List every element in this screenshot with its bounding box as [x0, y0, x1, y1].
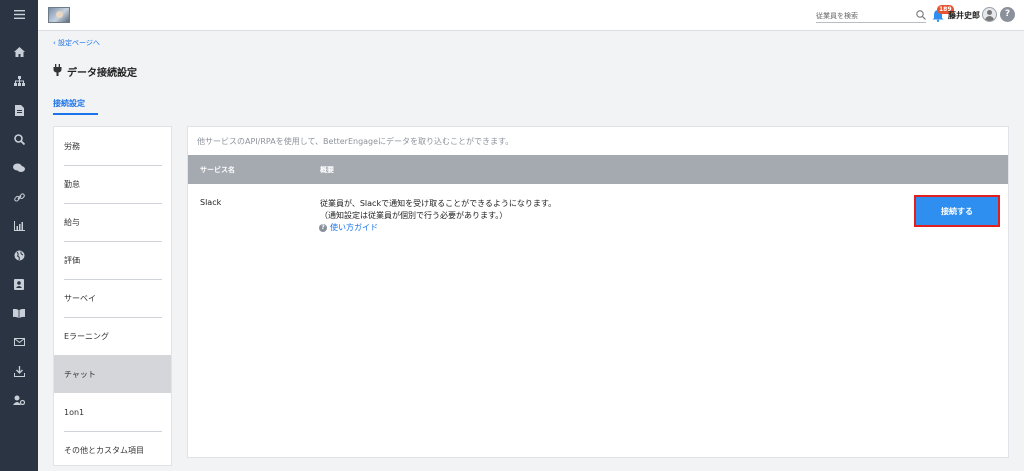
page-title: データ接続設定 — [53, 64, 137, 79]
home-icon[interactable] — [0, 42, 38, 62]
left-nav-rail — [0, 0, 38, 471]
top-bar: 189 藤井史郎 ? — [38, 0, 1024, 31]
category-item-evaluation[interactable]: 評価 — [54, 241, 171, 279]
category-item-1on1[interactable]: 1on1 — [54, 393, 171, 431]
usage-guide-label: 使い方ガイド — [330, 223, 378, 232]
chat-icon[interactable] — [0, 158, 38, 178]
service-summary: 従業員が、Slackで通知を受け取ることができるようになります。 （通知設定は従… — [319, 198, 557, 234]
service-name: Slack — [200, 198, 222, 207]
back-link-label: 設定ページへ — [58, 39, 100, 47]
download-icon[interactable] — [0, 361, 38, 381]
menu-icon[interactable] — [0, 4, 38, 24]
connect-button[interactable]: 接続する — [914, 195, 1000, 227]
org-chart-icon[interactable] — [0, 71, 38, 91]
category-item-elearning[interactable]: Eラーニング — [54, 317, 171, 355]
column-header-service: サービス名 — [200, 166, 235, 174]
category-item-other-custom[interactable]: その他とカスタム項目 — [54, 431, 171, 469]
category-menu: 労務 勤怠 給与 評価 サーベイ Eラーニング チャット 1on1 その他とカス… — [53, 126, 172, 466]
company-logo[interactable] — [48, 7, 70, 23]
globe-icon[interactable] — [0, 245, 38, 265]
back-to-settings-link[interactable]: ‹ 設定ページへ — [53, 38, 100, 48]
column-header-summary: 概要 — [320, 166, 334, 174]
category-item-chat[interactable]: チャット — [54, 355, 171, 393]
user-settings-icon[interactable] — [0, 390, 38, 410]
search-icon[interactable] — [916, 10, 926, 23]
summary-note: （通知設定は従業員が個別で行う必要があります。） — [320, 211, 508, 220]
plug-icon — [53, 64, 62, 79]
usage-guide-link[interactable]: ? 使い方ガイド — [319, 222, 556, 234]
document-icon[interactable] — [0, 100, 38, 120]
panel-description: 他サービスのAPI/RPAを使用して、BetterEngageにデータを取り込む… — [197, 137, 514, 146]
category-item-survey[interactable]: サーベイ — [54, 279, 171, 317]
help-circle-icon: ? — [319, 224, 327, 232]
chart-icon[interactable] — [0, 216, 38, 236]
book-icon[interactable] — [0, 303, 38, 323]
category-item-labor[interactable]: 労務 — [54, 127, 171, 165]
user-name[interactable]: 藤井史郎 — [948, 10, 980, 21]
search-icon[interactable] — [0, 129, 38, 149]
avatar[interactable] — [982, 7, 997, 22]
employee-search — [816, 9, 926, 23]
page-title-text: データ接続設定 — [67, 68, 137, 79]
help-icon[interactable]: ? — [1000, 7, 1015, 22]
contact-card-icon[interactable] — [0, 274, 38, 294]
category-item-payroll[interactable]: 給与 — [54, 203, 171, 241]
link-icon[interactable] — [0, 187, 38, 207]
tab-connection-settings[interactable]: 接続設定 — [53, 98, 85, 109]
summary-line: 従業員が、Slackで通知を受け取ることができるようになります。 — [320, 199, 557, 208]
integration-panel: 他サービスのAPI/RPAを使用して、BetterEngageにデータを取り込む… — [187, 126, 1009, 458]
search-input[interactable] — [816, 9, 911, 22]
table-header: サービス名 概要 — [188, 155, 1008, 184]
category-item-attendance[interactable]: 勤怠 — [54, 165, 171, 203]
tab-active-indicator — [53, 113, 98, 115]
mail-icon[interactable] — [0, 332, 38, 352]
